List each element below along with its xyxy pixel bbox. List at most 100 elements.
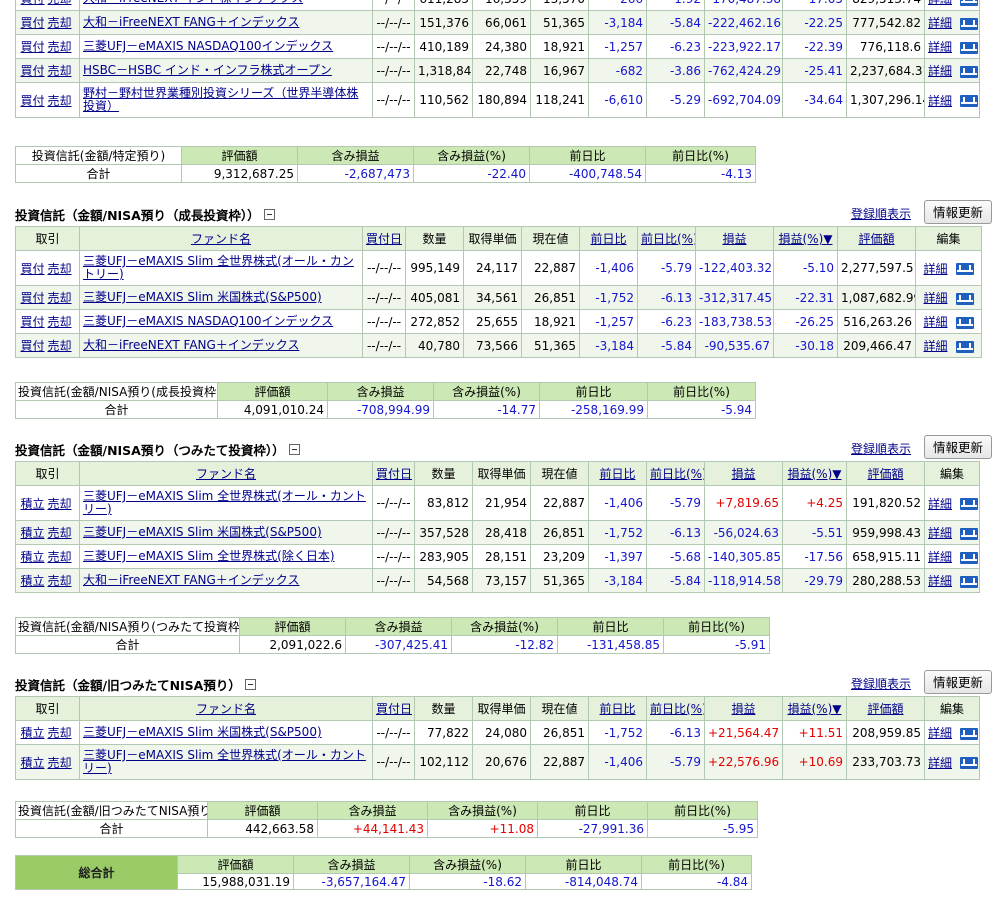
sell-link[interactable]: 売却 <box>48 0 72 6</box>
accum-link[interactable]: 積立 <box>20 756 44 770</box>
sell-link[interactable]: 売却 <box>48 64 72 78</box>
sort-link[interactable]: 損益 <box>722 232 746 246</box>
detail-link[interactable]: 詳細 <box>928 526 952 540</box>
detail-link[interactable]: 詳細 <box>928 497 952 511</box>
fund-name-link[interactable]: 三菱UFJ－eMAXIS Slim 全世界株式(除く日本) <box>83 549 335 563</box>
fund-name-link[interactable]: 大和－iFreeNEXT FANG＋インデックス <box>83 15 299 29</box>
mail-icon[interactable] <box>960 527 979 540</box>
column-header[interactable]: 買付日 <box>362 226 406 251</box>
column-header[interactable]: ファンド名 <box>79 696 373 721</box>
sell-link[interactable]: 売却 <box>48 94 72 108</box>
fund-name-link[interactable]: 野村－野村世界業種別投資シリーズ（世界半導体株投資） <box>83 86 358 113</box>
buy-link[interactable]: 買付 <box>20 339 44 353</box>
sort-link[interactable]: 買付日 <box>376 702 412 716</box>
detail-link[interactable]: 詳細 <box>928 94 952 108</box>
mail-icon[interactable] <box>955 316 974 329</box>
buy-link[interactable]: 買付 <box>20 315 44 329</box>
accum-link[interactable]: 積立 <box>20 726 44 740</box>
column-header[interactable]: 前日比 <box>579 226 638 251</box>
sort-link[interactable]: ファンド名 <box>196 467 256 481</box>
column-header[interactable]: ファンド名 <box>79 461 373 486</box>
sort-link[interactable]: 損益(%)▼ <box>788 467 842 481</box>
sort-link[interactable]: 買付日 <box>366 232 402 246</box>
detail-link[interactable]: 詳細 <box>928 64 952 78</box>
sell-link[interactable]: 売却 <box>48 726 72 740</box>
sell-link[interactable]: 売却 <box>48 756 72 770</box>
sort-link[interactable]: 損益 <box>731 467 755 481</box>
buy-link[interactable]: 買付 <box>20 40 44 54</box>
sort-link[interactable]: 前日比 <box>590 232 626 246</box>
sort-link[interactable]: ファンド名 <box>191 232 251 246</box>
column-header[interactable]: 前日比 <box>588 461 647 486</box>
mail-icon[interactable] <box>960 17 979 30</box>
column-header[interactable]: 損益 <box>704 696 783 721</box>
collapse-icon[interactable] <box>288 444 300 455</box>
detail-link[interactable]: 詳細 <box>928 756 952 770</box>
collapse-icon[interactable] <box>244 679 256 690</box>
detail-link[interactable]: 詳細 <box>928 574 952 588</box>
sort-link[interactable]: 評価額 <box>867 467 903 481</box>
accum-link[interactable]: 積立 <box>20 497 44 511</box>
sort-link[interactable]: ファンド名 <box>196 702 256 716</box>
fund-name-link[interactable]: 三菱UFJ－eMAXIS Slim 全世界株式(オール・カントリー) <box>83 748 366 775</box>
detail-link[interactable]: 詳細 <box>923 315 947 329</box>
mail-icon[interactable] <box>955 340 974 353</box>
sort-link[interactable]: 前日比(%) <box>650 467 704 481</box>
buy-link[interactable]: 買付 <box>20 0 44 6</box>
column-header[interactable]: ファンド名 <box>79 226 363 251</box>
sell-link[interactable]: 売却 <box>48 550 72 564</box>
detail-link[interactable]: 詳細 <box>928 40 952 54</box>
mail-icon[interactable] <box>960 498 979 510</box>
fund-name-link[interactable]: 三菱UFJ－eMAXIS Slim 米国株式(S&P500) <box>83 525 322 539</box>
sort-link[interactable]: 前日比 <box>599 702 635 716</box>
column-header[interactable]: 損益(%)▼ <box>782 461 847 486</box>
column-header[interactable]: 損益 <box>695 226 774 251</box>
fund-name-link[interactable]: 三菱UFJ－eMAXIS Slim 全世界株式(オール・カントリー) <box>83 254 354 281</box>
column-header[interactable]: 損益 <box>704 461 783 486</box>
buy-link[interactable]: 買付 <box>20 94 44 108</box>
sell-link[interactable]: 売却 <box>48 16 72 30</box>
fund-name-link[interactable]: 三菱UFJ－eMAXIS Slim 米国株式(S&P500) <box>83 290 322 304</box>
sell-link[interactable]: 売却 <box>48 339 72 353</box>
sort-link[interactable]: 前日比 <box>599 467 635 481</box>
buy-link[interactable]: 買付 <box>20 16 44 30</box>
column-header[interactable]: 損益(%)▼ <box>773 226 838 251</box>
mail-icon[interactable] <box>955 263 974 275</box>
mail-icon[interactable] <box>960 727 979 740</box>
fund-name-link[interactable]: 大和－iFreeNEXT インド株インデックス <box>83 0 303 5</box>
accum-link[interactable]: 積立 <box>20 574 44 588</box>
detail-link[interactable]: 詳細 <box>923 339 947 353</box>
update-button[interactable]: 情報更新 <box>924 435 992 459</box>
fund-name-link[interactable]: 三菱UFJ－eMAXIS NASDAQ100インデックス <box>83 39 333 53</box>
detail-link[interactable]: 詳細 <box>928 16 952 30</box>
detail-link[interactable]: 詳細 <box>928 726 952 740</box>
detail-link[interactable]: 詳細 <box>928 550 952 564</box>
column-header[interactable]: 前日比(%) <box>637 226 696 251</box>
mail-icon[interactable] <box>960 95 979 107</box>
column-header[interactable]: 前日比(%) <box>646 461 705 486</box>
column-header[interactable]: 買付日 <box>372 461 415 486</box>
mail-icon[interactable] <box>960 575 979 588</box>
sell-link[interactable]: 売却 <box>48 497 72 511</box>
update-button[interactable]: 情報更新 <box>924 200 992 224</box>
fund-name-link[interactable]: 三菱UFJ－eMAXIS NASDAQ100インデックス <box>83 314 333 328</box>
column-header[interactable]: 買付日 <box>372 696 415 721</box>
sell-link[interactable]: 売却 <box>48 574 72 588</box>
mail-icon[interactable] <box>960 65 979 78</box>
mail-icon[interactable] <box>955 292 974 305</box>
sell-link[interactable]: 売却 <box>48 315 72 329</box>
registration-order-link[interactable]: 登録順表示 <box>851 205 911 222</box>
registration-order-link[interactable]: 登録順表示 <box>851 440 911 457</box>
sell-link[interactable]: 売却 <box>48 526 72 540</box>
fund-name-link[interactable]: 大和－iFreeNEXT FANG＋インデックス <box>83 573 299 587</box>
buy-link[interactable]: 買付 <box>20 262 44 276</box>
sort-link[interactable]: 損益 <box>731 702 755 716</box>
sell-link[interactable]: 売却 <box>48 40 72 54</box>
fund-name-link[interactable]: HSBC－HSBC インド・インフラ株式オープン <box>83 63 332 77</box>
buy-link[interactable]: 買付 <box>20 64 44 78</box>
sell-link[interactable]: 売却 <box>48 291 72 305</box>
detail-link[interactable]: 詳細 <box>923 291 947 305</box>
fund-name-link[interactable]: 三菱UFJ－eMAXIS Slim 全世界株式(オール・カントリー) <box>83 489 366 516</box>
mail-icon[interactable] <box>960 0 979 6</box>
collapse-icon[interactable] <box>263 209 275 220</box>
